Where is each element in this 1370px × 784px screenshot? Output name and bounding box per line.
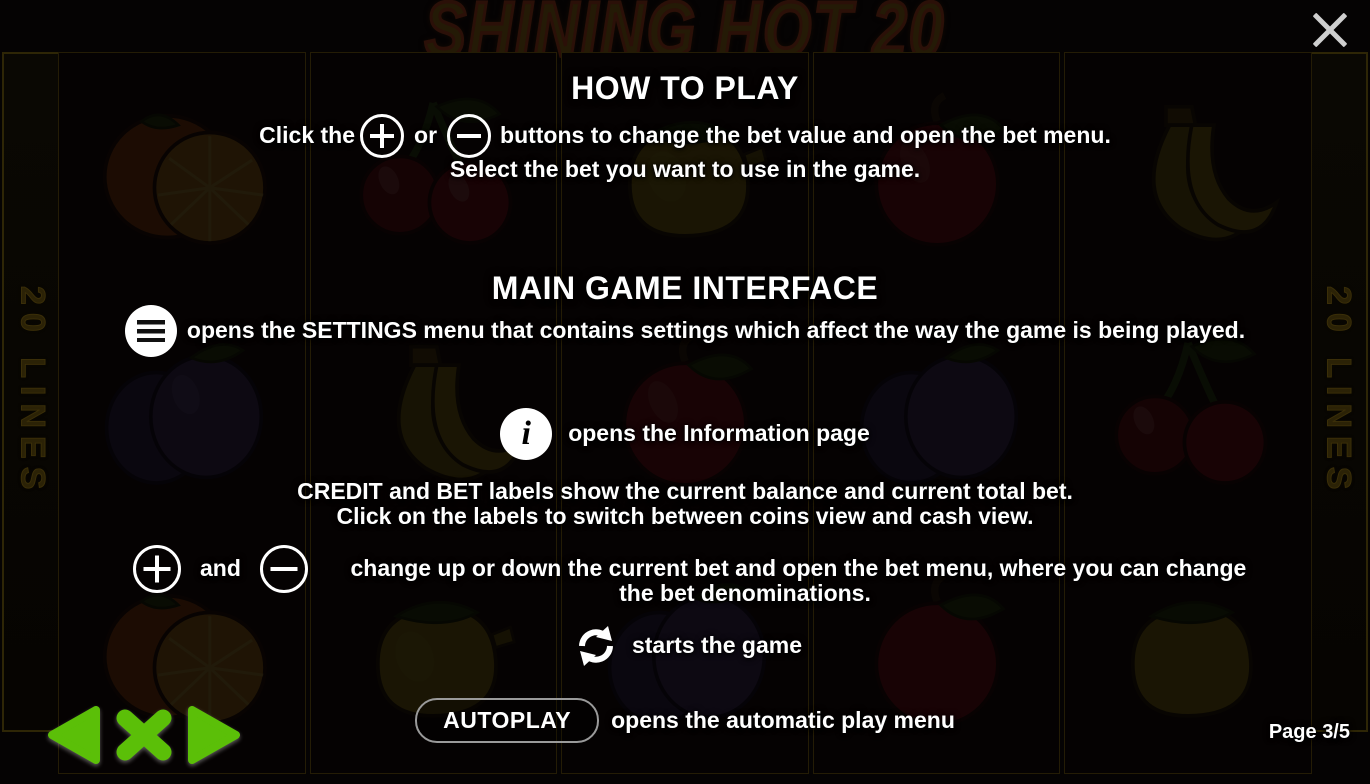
- plus-circle-icon-bet[interactable]: [133, 545, 181, 593]
- how-to-play-title: HOW TO PLAY: [571, 70, 799, 106]
- how-to-play-text-c: buttons to change the bet value and open…: [500, 122, 1111, 149]
- bet-controls-text: change up or down the current bet and op…: [350, 555, 1247, 582]
- bet-controls-text-b: the bet denominations.: [619, 580, 871, 606]
- next-arrow-icon[interactable]: [186, 704, 244, 766]
- bet-controls-conjunction: and: [200, 555, 241, 582]
- info-circle-icon[interactable]: i: [500, 408, 553, 460]
- page-navigation: [44, 704, 244, 766]
- spin-refresh-icon[interactable]: [568, 622, 624, 670]
- close-x-icon[interactable]: [108, 704, 180, 766]
- hamburger-menu-icon[interactable]: [124, 305, 177, 357]
- settings-description: opens the SETTINGS menu that contains se…: [186, 317, 1246, 344]
- spin-description: starts the game: [631, 632, 802, 659]
- how-to-play-line2: Select the bet you want to use in the ga…: [449, 156, 921, 182]
- credit-bet-line1: CREDIT and BET labels show the current b…: [297, 478, 1073, 504]
- page-indicator: Page 3/5: [1268, 721, 1350, 743]
- previous-arrow-icon[interactable]: [44, 704, 102, 766]
- how-to-play-text-a: Click the: [259, 122, 356, 149]
- main-game-interface-title: MAIN GAME INTERFACE: [491, 270, 879, 306]
- plus-circle-icon[interactable]: [360, 114, 405, 158]
- autoplay-description: opens the automatic play menu: [611, 706, 955, 733]
- autoplay-button[interactable]: AUTOPLAY: [415, 698, 600, 743]
- info-description: opens the Information page: [568, 420, 870, 447]
- close-icon[interactable]: [1306, 6, 1354, 54]
- credit-bet-line2: Click on the labels to switch between co…: [336, 503, 1034, 529]
- minus-circle-icon[interactable]: [447, 114, 492, 158]
- how-to-play-conjunction: or: [414, 122, 438, 149]
